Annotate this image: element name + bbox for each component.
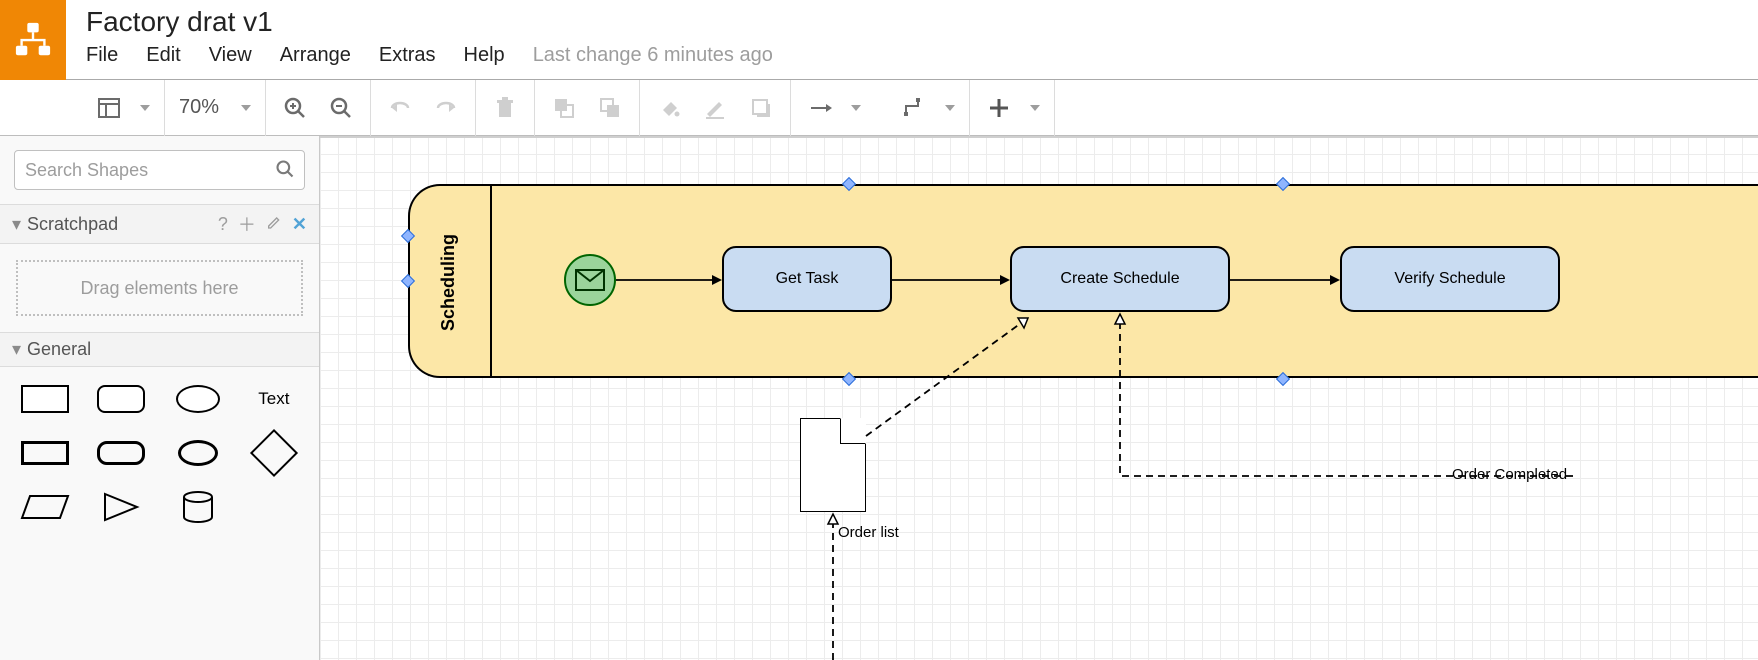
shapes-sidebar: ▾ Scratchpad ? ＋ ✕ Drag elements here ▾ … [0, 136, 320, 660]
shape-ellipse-thick[interactable] [171, 435, 225, 471]
connection-button[interactable] [805, 93, 835, 123]
task-verify-schedule[interactable]: Verify Schedule [1340, 246, 1560, 312]
menu-view[interactable]: View [209, 44, 252, 67]
start-message-event[interactable] [564, 254, 616, 306]
collapse-icon: ▾ [12, 214, 21, 235]
shape-ellipse[interactable] [171, 381, 225, 417]
insert-button[interactable] [984, 93, 1014, 123]
zoom-out-button[interactable] [326, 93, 356, 123]
shape-diamond[interactable] [247, 435, 301, 471]
shape-palette: Text [0, 367, 319, 539]
search-icon[interactable] [275, 159, 295, 184]
menu-bar: File Edit View Arrange Extras Help Last … [86, 44, 773, 67]
shape-parallelogram[interactable] [18, 489, 72, 525]
redo-button[interactable] [431, 93, 461, 123]
shape-rounded-rect-thick[interactable] [94, 435, 148, 471]
delete-button[interactable] [490, 93, 520, 123]
layout-dropdown-icon[interactable] [140, 105, 150, 111]
collapse-icon: ▾ [12, 339, 21, 360]
connection-dropdown-icon[interactable] [851, 105, 861, 111]
scratchpad-header[interactable]: ▾ Scratchpad ? ＋ ✕ [0, 204, 319, 244]
zoom-in-button[interactable] [280, 93, 310, 123]
line-color-button[interactable] [700, 93, 730, 123]
message-flow-label: Order Completed [1452, 466, 1567, 483]
shape-rectangle-thick[interactable] [18, 435, 72, 471]
zoom-dropdown-icon[interactable] [241, 105, 251, 111]
insert-dropdown-icon[interactable] [1030, 105, 1040, 111]
search-input[interactable] [14, 150, 305, 190]
main-body: ▾ Scratchpad ? ＋ ✕ Drag elements here ▾ … [0, 136, 1758, 660]
waypoint-button[interactable] [899, 93, 929, 123]
envelope-icon [575, 269, 605, 291]
document-title[interactable]: Factory drat v1 [86, 6, 773, 38]
shape-rectangle[interactable] [18, 381, 72, 417]
general-title: General [27, 339, 91, 360]
general-header[interactable]: ▾ General [0, 332, 319, 367]
lane-divider [490, 186, 492, 376]
pencil-icon [266, 214, 282, 230]
menu-arrange[interactable]: Arrange [280, 44, 351, 67]
search-shapes [14, 150, 305, 190]
shape-cylinder[interactable] [171, 489, 225, 525]
scratchpad-dropzone[interactable]: Drag elements here [16, 260, 303, 316]
zoom-level[interactable]: 70% [179, 96, 219, 119]
app-logo[interactable] [0, 0, 66, 80]
to-back-button[interactable] [595, 93, 625, 123]
fill-color-button[interactable] [654, 93, 684, 123]
menu-edit[interactable]: Edit [146, 44, 180, 67]
scratchpad-help-button[interactable]: ? [218, 214, 228, 235]
lane-label[interactable]: Scheduling [438, 234, 459, 331]
to-front-button[interactable] [549, 93, 579, 123]
scratchpad-close-button[interactable]: ✕ [292, 214, 307, 235]
scratchpad-add-button[interactable]: ＋ [238, 211, 256, 237]
waypoint-dropdown-icon[interactable] [945, 105, 955, 111]
scratchpad-edit-button[interactable] [266, 214, 282, 235]
menu-extras[interactable]: Extras [379, 44, 436, 67]
toolbar: 70% [0, 80, 1758, 136]
undo-button[interactable] [385, 93, 415, 123]
canvas[interactable]: Scheduling Get Task Create Schedule Veri… [320, 136, 1758, 660]
menu-file[interactable]: File [86, 44, 118, 67]
task-get-task[interactable]: Get Task [722, 246, 892, 312]
shadow-button[interactable] [746, 93, 776, 123]
menu-help[interactable]: Help [464, 44, 505, 67]
save-status: Last change 6 minutes ago [533, 44, 773, 67]
artifact-order-list[interactable] [800, 418, 866, 512]
scratchpad-title: Scratchpad [27, 214, 118, 235]
layout-panels-button[interactable] [94, 93, 124, 123]
shape-triangle[interactable] [94, 489, 148, 525]
shape-rounded-rect[interactable] [94, 381, 148, 417]
artifact-label: Order list [838, 524, 899, 541]
shape-text[interactable]: Text [247, 381, 301, 417]
header-bar: Factory drat v1 File Edit View Arrange E… [0, 0, 1758, 80]
task-create-schedule[interactable]: Create Schedule [1010, 246, 1230, 312]
logo-icon [14, 21, 52, 59]
